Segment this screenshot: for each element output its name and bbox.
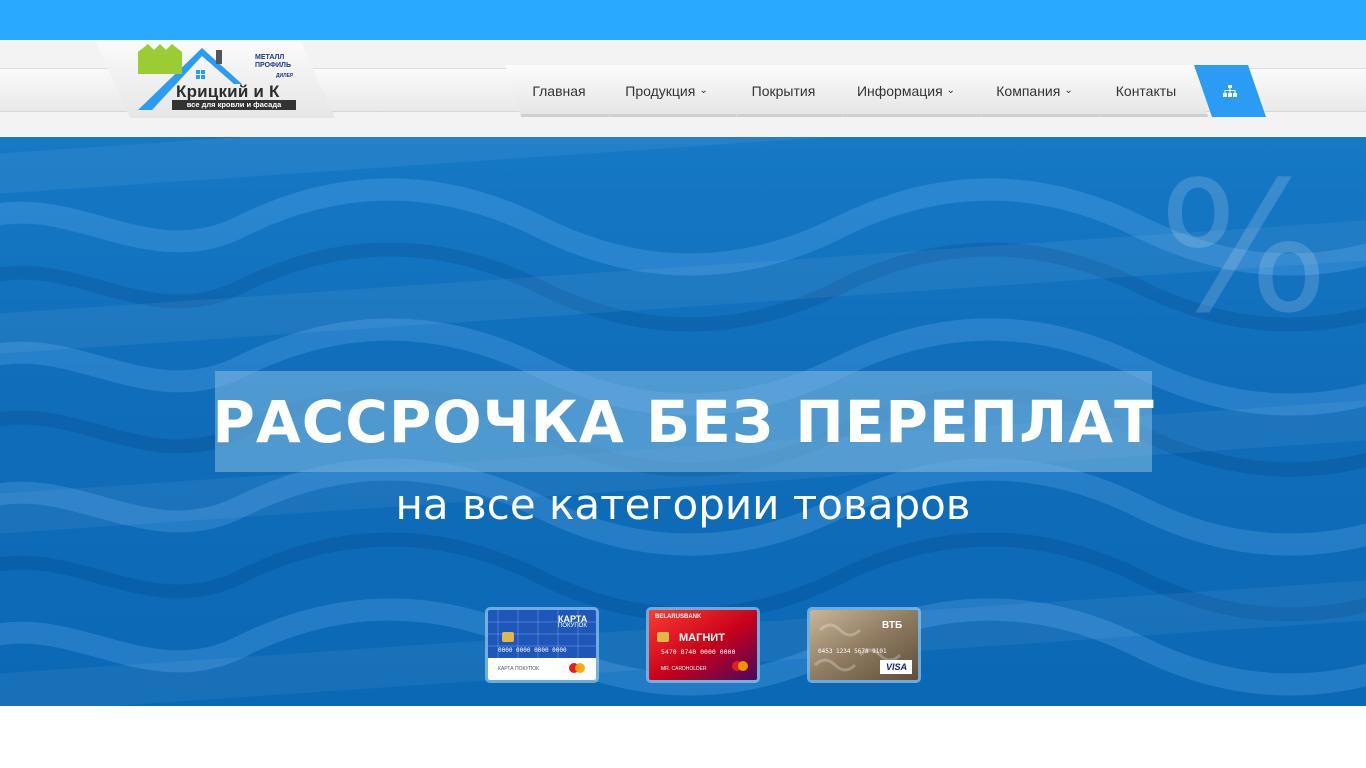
top-bar <box>0 0 1366 40</box>
nav-label: Контакты <box>1115 83 1177 99</box>
nav-item-information[interactable]: Информация ⌄ <box>827 65 985 117</box>
chevron-down-icon: ⌄ <box>1064 84 1073 96</box>
card-bank: BELARUSBANK <box>655 614 702 620</box>
card-title-2: ПОКУПОК <box>558 623 587 629</box>
nav-item-contacts[interactable]: Контакты <box>1084 65 1208 117</box>
logo-name: Крицкий и К <box>176 82 280 101</box>
hero-subline: на все категории товаров <box>395 480 971 529</box>
card-number: 0000 0000 0000 0000 <box>498 647 567 654</box>
card-vtb: ВТБ 0453 1234 5678 9101 VISA <box>807 607 921 683</box>
nav-label: Главная <box>532 83 586 99</box>
nav-label: Покрытия <box>751 83 816 99</box>
card-number: 5470 8740 0000 0000 <box>661 648 736 656</box>
partner-dealer: ДИЛЕР <box>276 73 294 79</box>
card-karta-pokupok: КАРТА ПОКУПОК 0000 0000 0000 0000 КАРТА … <box>485 607 599 683</box>
headline-box: РАССРОЧКА БЕЗ ПЕРЕПЛАТ <box>212 371 1155 472</box>
nav-item-company[interactable]: Компания ⌄ <box>966 65 1103 117</box>
card-bank: ВТБ <box>882 620 903 631</box>
chevron-down-icon: ⌄ <box>946 84 956 96</box>
card-title: МАГНИТ <box>679 632 725 644</box>
nav-item-coatings[interactable]: Покрытия <box>721 65 846 117</box>
site-logo[interactable]: МЕТАЛЛ ПРОФИЛЬ ДИЛЕР Крицкий и К все для… <box>138 44 303 112</box>
chevron-down-icon: ⌄ <box>699 84 708 96</box>
hero-headline: РАССРОЧКА БЕЗ ПЕРЕПЛАТ <box>212 387 1155 456</box>
hero-banner[interactable]: % РАССРОЧКА БЕЗ ПЕРЕПЛАТ на все категори… <box>0 137 1366 706</box>
percent-symbol: % <box>1158 144 1330 353</box>
card-holder: КАРТА ПОКУПОК <box>498 666 539 672</box>
nav-label: Продукция <box>625 83 696 99</box>
partner-line-2: ПРОФИЛЬ <box>255 62 292 69</box>
card-magnit: BELARUSBANK МАГНИТ 5470 8740 0000 0000 M… <box>646 607 760 683</box>
partner-line-1: МЕТАЛЛ <box>255 54 285 61</box>
card-number: 0453 1234 5678 9101 <box>818 648 887 655</box>
visa-logo: VISA <box>886 662 908 672</box>
nav-item-products[interactable]: Продукция ⌄ <box>594 65 739 117</box>
logo-tagline: все для кровли и фасада <box>172 100 296 110</box>
nav-label: Компания <box>996 83 1061 99</box>
sitemap-icon <box>1223 85 1237 97</box>
metallprofil-badge-icon <box>138 44 182 74</box>
card-holder: MR. CARDHOLDER <box>661 666 707 672</box>
nav-label: Информация <box>856 83 943 99</box>
